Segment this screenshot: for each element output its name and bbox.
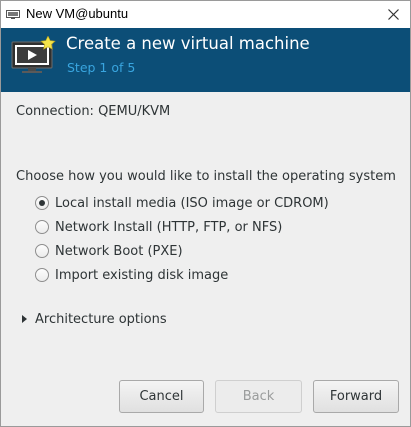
radio-button[interactable] (35, 244, 49, 258)
step-indicator: Step 1 of 5 (67, 60, 136, 75)
header-title: Create a new virtual machine (66, 34, 310, 53)
radio-network-boot[interactable]: Network Boot (PXE) (35, 241, 183, 261)
radio-label: Network Install (HTTP, FTP, or NFS) (55, 219, 283, 235)
back-button[interactable]: Back (215, 380, 302, 413)
cancel-button[interactable]: Cancel (119, 380, 204, 413)
connection-label: Connection: QEMU/KVM (16, 104, 171, 119)
radio-label: Network Boot (PXE) (55, 243, 183, 259)
title-bar[interactable]: New VM@ubuntu (1, 1, 410, 28)
architecture-options-expander[interactable]: Architecture options (20, 309, 167, 329)
radio-button[interactable] (35, 268, 49, 282)
virt-manager-icon (6, 10, 20, 19)
radio-network-install[interactable]: Network Install (HTTP, FTP, or NFS) (35, 217, 282, 237)
vm-monitor-star-icon (11, 36, 56, 73)
wizard-header: Create a new virtual machine Step 1 of 5 (1, 28, 410, 92)
forward-button[interactable]: Forward (313, 380, 399, 413)
architecture-options-label: Architecture options (35, 311, 167, 327)
radio-label: Local install media (ISO image or CDROM) (55, 195, 329, 211)
radio-label: Import existing disk image (55, 267, 229, 283)
window-title: New VM@ubuntu (26, 6, 129, 21)
radio-local-install-media[interactable]: Local install media (ISO image or CDROM) (35, 193, 329, 213)
install-method-prompt: Choose how you would like to install the… (16, 169, 396, 184)
close-icon (387, 9, 399, 20)
close-button[interactable] (376, 1, 410, 28)
radio-import-disk-image[interactable]: Import existing disk image (35, 265, 228, 285)
new-vm-window: New VM@ubuntu Create a new virtual machi… (0, 0, 411, 427)
radio-button[interactable] (35, 220, 49, 234)
radio-button-checked[interactable] (35, 196, 49, 210)
triangle-right-icon (22, 315, 27, 323)
